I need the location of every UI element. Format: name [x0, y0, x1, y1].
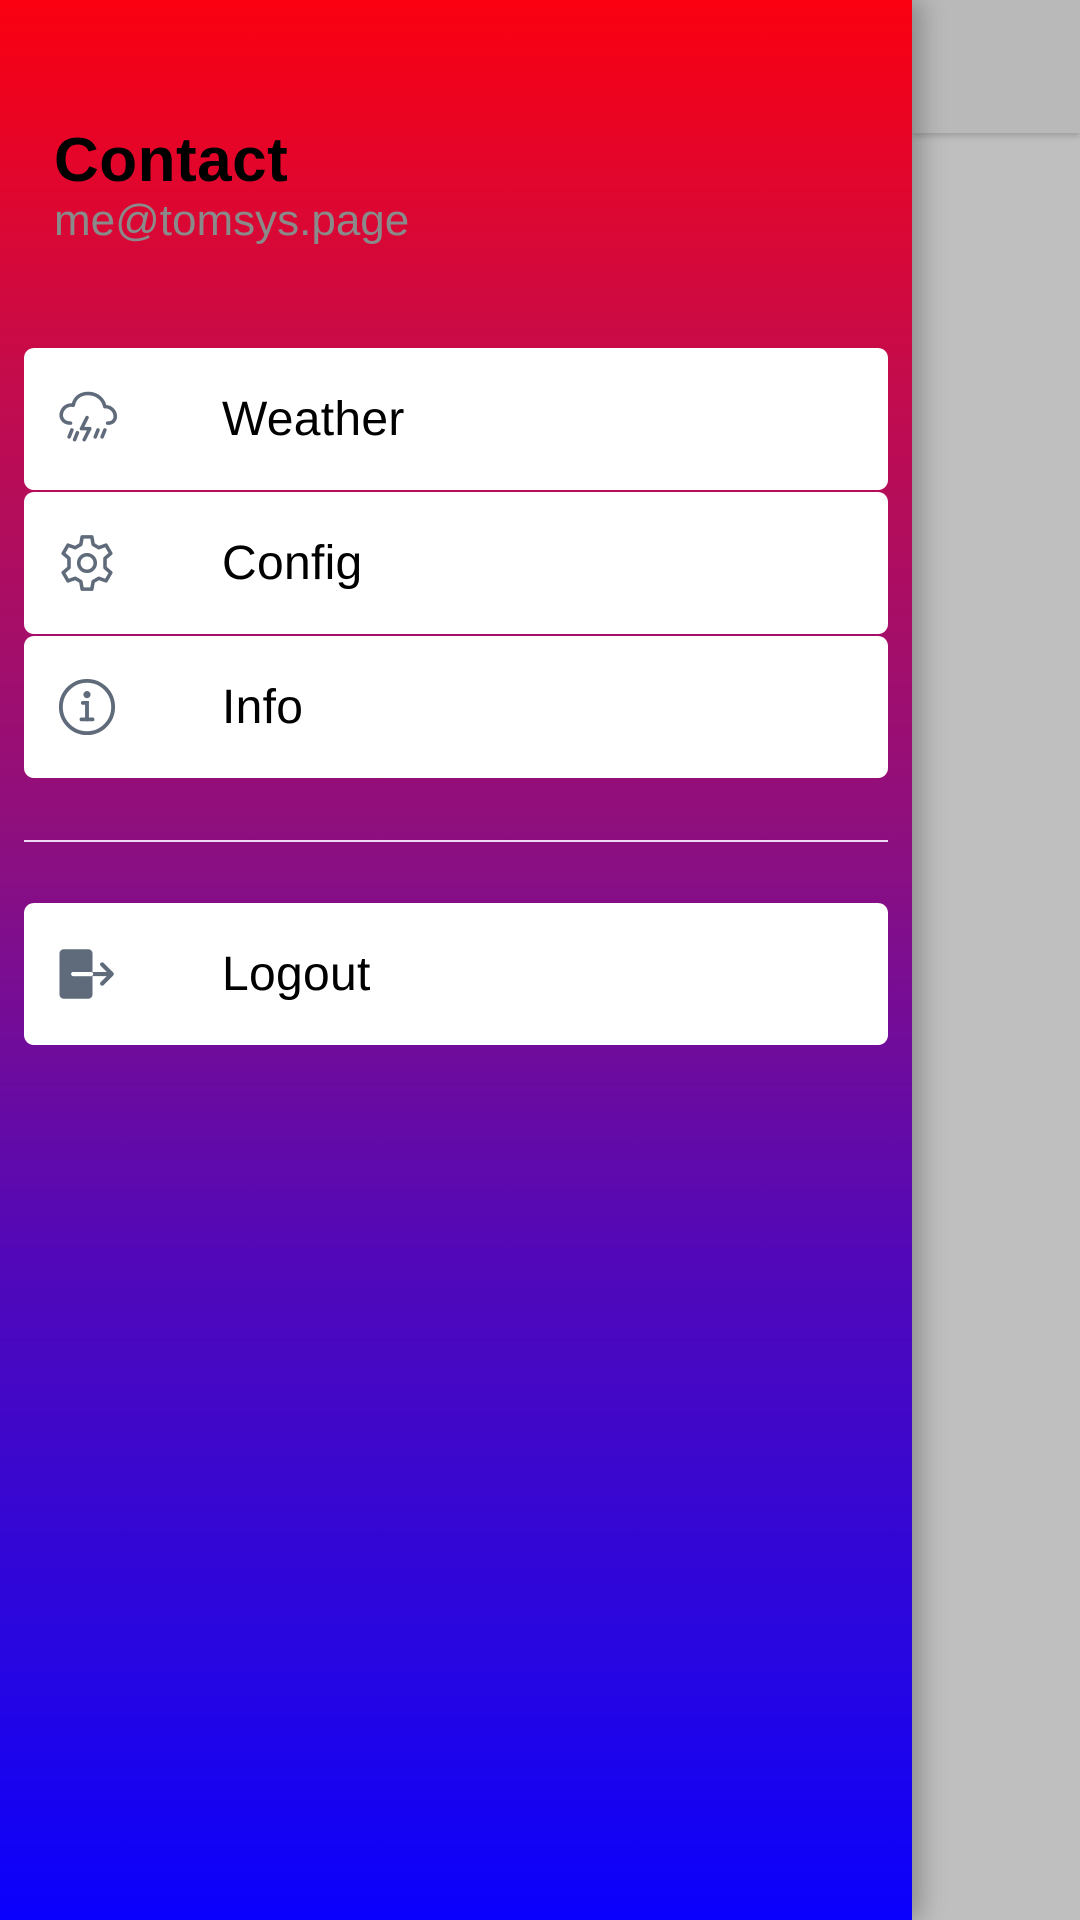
- app-bar-behind: [912, 0, 1080, 133]
- navigation-drawer: Contact me@tomsys.page Weather Config In…: [0, 0, 912, 1920]
- menu-item-weather[interactable]: Weather: [24, 348, 888, 490]
- menu-divider: [24, 840, 888, 842]
- logout-icon: [54, 941, 120, 1007]
- menu-item-label: Weather: [222, 392, 405, 446]
- drawer-menu: Weather Config Info: [24, 348, 888, 780]
- info-icon: [54, 674, 120, 740]
- menu-item-config[interactable]: Config: [24, 492, 888, 634]
- gear-icon: [54, 530, 120, 596]
- logout-button[interactable]: Logout: [24, 903, 888, 1045]
- drawer-title: Contact: [54, 126, 289, 195]
- drawer-header: Contact me@tomsys.page: [54, 124, 409, 248]
- menu-item-info[interactable]: Info: [24, 636, 888, 778]
- menu-item-label: Info: [222, 680, 304, 734]
- weather-storm-icon: [54, 386, 120, 452]
- menu-item-label: Config: [222, 536, 363, 590]
- logout-label: Logout: [222, 947, 371, 1001]
- drawer-email: me@tomsys.page: [54, 196, 410, 245]
